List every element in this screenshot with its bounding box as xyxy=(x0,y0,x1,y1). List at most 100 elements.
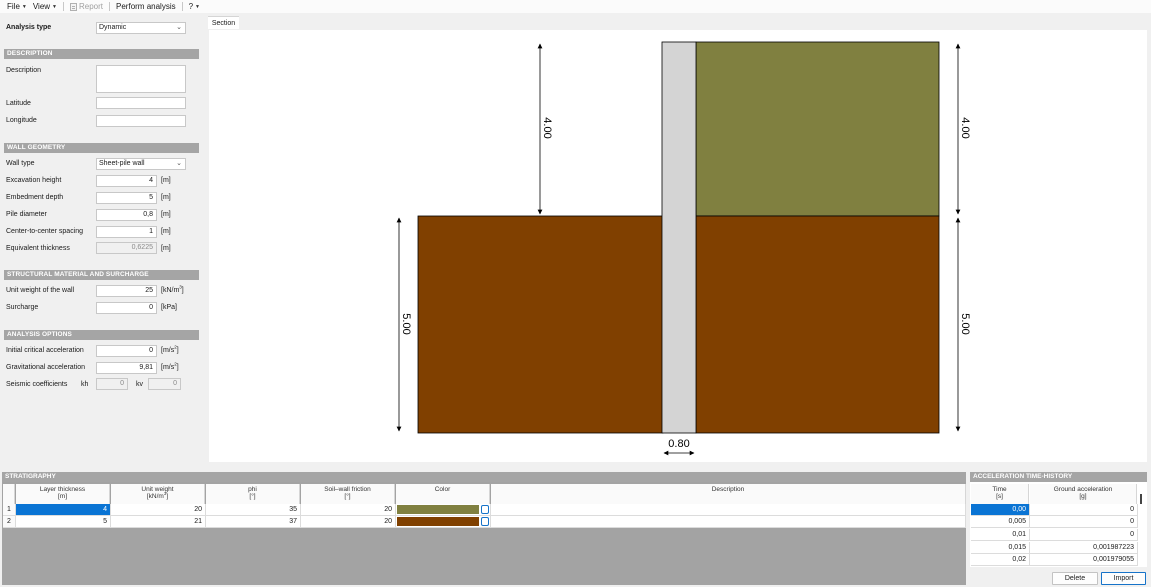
cell-unit-weight[interactable]: 21 xyxy=(111,516,206,528)
menu-perform-analysis[interactable]: Perform analysis xyxy=(113,2,179,11)
delete-button[interactable]: Delete xyxy=(1052,572,1098,585)
unit-label: [m] xyxy=(161,245,171,252)
menu-bar: File ▼ View ▼ Report Perform analysis ? ▼ xyxy=(0,0,1151,13)
scrollbar-thumb[interactable] xyxy=(1140,494,1142,504)
initial-critical-label: Initial critical acceleration xyxy=(6,347,84,354)
embedment-depth-label: Embedment depth xyxy=(6,194,64,201)
color-picker-button[interactable] xyxy=(481,517,489,526)
cell-phi[interactable]: 37 xyxy=(206,516,301,528)
cell-acceleration[interactable]: 0,001979055 xyxy=(1030,554,1138,566)
soil-layer-2-left xyxy=(417,215,664,434)
row-index: 2 xyxy=(3,516,16,528)
unit-label: [m] xyxy=(161,211,171,218)
surcharge-label: Surcharge xyxy=(6,304,39,311)
surcharge-input[interactable]: 0 xyxy=(96,302,157,314)
longitude-label: Longitude xyxy=(6,117,37,124)
cell-color[interactable] xyxy=(396,516,491,528)
color-swatch xyxy=(397,505,480,514)
cell-acceleration[interactable]: 0 xyxy=(1030,516,1138,528)
menu-separator xyxy=(109,2,111,11)
embedment-depth-input[interactable]: 5 xyxy=(96,192,157,204)
spacing-label: Center-to-center spacing xyxy=(6,228,84,235)
cell-time[interactable]: 0,00 xyxy=(971,504,1030,516)
cell-thickness[interactable]: 4 xyxy=(16,504,111,516)
cell-description[interactable] xyxy=(491,504,966,516)
cell-time[interactable]: 0,02 xyxy=(971,554,1030,566)
kh-label: kh xyxy=(81,381,89,388)
chevron-down-icon: ⌄ xyxy=(176,160,182,167)
unit-weight-label: Unit weight of the wall xyxy=(6,287,75,294)
cell-unit-weight[interactable]: 20 xyxy=(111,504,206,516)
initial-critical-input[interactable]: 0 xyxy=(96,345,157,357)
cell-description[interactable] xyxy=(491,516,966,528)
dimension-left-bottom-label: 5.00 xyxy=(400,313,412,334)
tab-section[interactable]: Section xyxy=(208,16,239,29)
unit-label: [kN/m3] xyxy=(161,284,184,294)
menu-view[interactable]: View ▼ xyxy=(30,2,60,11)
chevron-down-icon: ▼ xyxy=(52,3,57,10)
cell-time[interactable]: 0,005 xyxy=(971,516,1030,528)
column-header-color: Color xyxy=(396,484,490,504)
dimension-wall-label: 0.80 xyxy=(668,438,689,450)
wall-type-select[interactable]: Sheet-pile wall ⌄ xyxy=(96,158,186,170)
row-index: 1 xyxy=(3,504,16,516)
excavation-height-label: Excavation height xyxy=(6,177,62,184)
kv-value: 0 xyxy=(148,378,181,390)
description-header: DESCRIPTION xyxy=(4,49,199,59)
acceleration-header: ACCELERATION TIME-HISTORY xyxy=(970,472,1147,482)
soil-layer-2-right xyxy=(695,215,940,434)
sheet-pile-wall xyxy=(661,41,697,434)
cell-acceleration[interactable]: 0 xyxy=(1030,504,1138,516)
pile-diameter-label: Pile diameter xyxy=(6,211,47,218)
unit-label: [m] xyxy=(161,177,171,184)
column-header-thickness: Layer thickness [m] xyxy=(16,484,110,504)
equivalent-thickness-label: Equivalent thickness xyxy=(6,245,70,252)
chevron-down-icon: ▼ xyxy=(21,3,27,10)
cell-friction[interactable]: 20 xyxy=(301,516,396,528)
menu-help[interactable]: ? ▼ xyxy=(186,2,203,11)
menu-separator xyxy=(63,2,64,11)
gravitational-input[interactable]: 9,81 xyxy=(96,362,157,374)
analysis-type-select[interactable]: Dynamic ⌄ xyxy=(96,22,186,34)
chevron-down-icon: ▼ xyxy=(195,3,200,10)
cell-thickness[interactable]: 5 xyxy=(16,516,111,528)
column-header-ground-acceleration: Ground acceleration [g] xyxy=(1030,484,1137,504)
cell-acceleration[interactable]: 0,001987223 xyxy=(1030,542,1138,554)
chevron-down-icon: ⌄ xyxy=(176,24,182,31)
cell-friction[interactable]: 20 xyxy=(301,504,396,516)
unit-label: [m/s2] xyxy=(161,344,179,354)
kv-label: kv xyxy=(136,381,143,388)
description-input[interactable] xyxy=(96,65,186,93)
column-header-phi: phi [°] xyxy=(206,484,300,504)
gravitational-label: Gravitational acceleration xyxy=(6,364,85,371)
unit-weight-input[interactable]: 25 xyxy=(96,285,157,297)
column-header-description: Description xyxy=(491,484,966,504)
analysis-options-header: ANALYSIS OPTIONS xyxy=(4,330,199,340)
dimension-left-top-label: 4.00 xyxy=(541,117,553,138)
longitude-input[interactable] xyxy=(96,115,186,127)
pile-diameter-input[interactable]: 0,8 xyxy=(96,209,157,221)
color-swatch xyxy=(397,517,480,526)
cell-phi[interactable]: 35 xyxy=(206,504,301,516)
soil-layer-1-right xyxy=(695,41,940,217)
unit-label: [m] xyxy=(161,228,171,235)
menu-report[interactable]: Report xyxy=(67,2,106,11)
cell-color[interactable] xyxy=(396,504,491,516)
cell-time[interactable]: 0,015 xyxy=(971,542,1030,554)
section-drawing: 4.00 5.00 4.00 5.00 0.80 xyxy=(396,41,971,456)
equivalent-thickness-value: 0,6225 xyxy=(96,242,157,254)
menu-file[interactable]: File ▼ xyxy=(4,2,30,11)
cell-acceleration[interactable]: 0 xyxy=(1030,529,1138,541)
dimension-right-bottom-label: 5.00 xyxy=(959,313,971,334)
color-picker-button[interactable] xyxy=(481,505,489,514)
cell-time[interactable]: 0,01 xyxy=(971,529,1030,541)
excavation-height-input[interactable]: 4 xyxy=(96,175,157,187)
description-label: Description xyxy=(6,67,42,74)
import-button[interactable]: Import xyxy=(1101,572,1146,585)
report-icon xyxy=(70,2,77,11)
spacing-input[interactable]: 1 xyxy=(96,226,157,238)
section-canvas: 4.00 5.00 4.00 5.00 0.80 xyxy=(209,30,1147,462)
structural-header: STRUCTURAL MATERIAL AND SURCHARGE xyxy=(4,270,199,280)
column-header-friction: Soil–wall friction [°] xyxy=(301,484,395,504)
latitude-input[interactable] xyxy=(96,97,186,109)
